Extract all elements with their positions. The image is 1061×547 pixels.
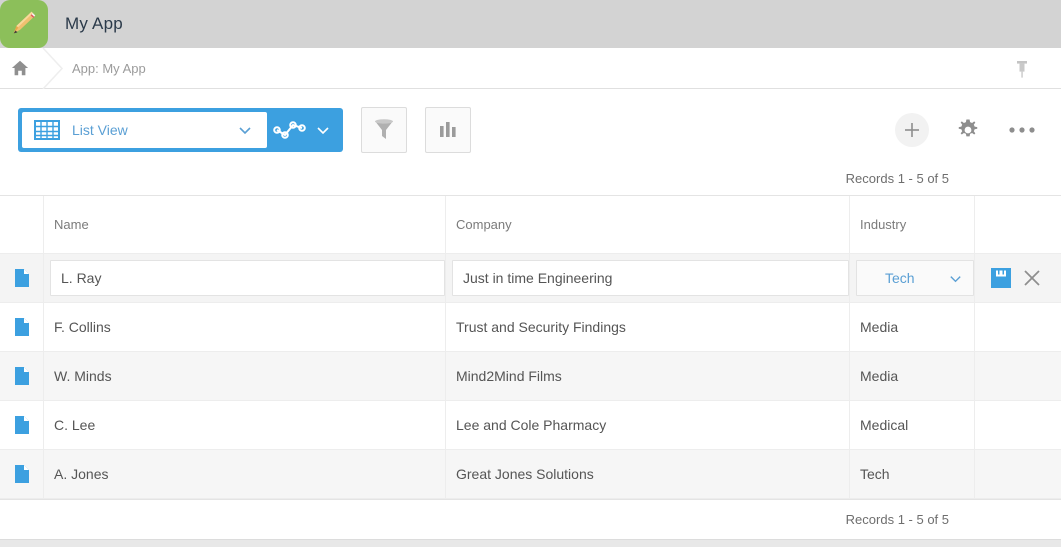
- table-row[interactable]: W. Minds Mind2Mind Films Media: [0, 352, 1061, 401]
- app-header: My App: [0, 0, 1061, 48]
- document-icon: [14, 269, 29, 287]
- header-label-industry: Industry: [860, 217, 907, 232]
- toolbar: List View: [0, 89, 1061, 171]
- breadcrumb-separator-icon: [42, 47, 64, 89]
- footer-strip: [0, 539, 1061, 547]
- header-label-company: Company: [456, 217, 512, 232]
- header-cell-name[interactable]: Name: [44, 196, 446, 253]
- table-row[interactable]: A. Jones Great Jones Solutions Tech: [0, 450, 1061, 499]
- view-select-label: List View: [72, 122, 128, 138]
- name-value: C. Lee: [54, 417, 96, 433]
- industry-value: Tech: [860, 466, 890, 482]
- cell-industry[interactable]: Media: [850, 352, 975, 400]
- plus-icon: [905, 123, 919, 137]
- gear-icon: [958, 119, 978, 137]
- cell-industry[interactable]: Tech: [850, 254, 975, 302]
- funnel-icon: [375, 119, 393, 139]
- cell-actions: [975, 254, 1061, 302]
- cell-industry[interactable]: Media: [850, 303, 975, 351]
- toolbar-actions: [895, 113, 1037, 147]
- cell-name[interactable]: A. Jones: [44, 450, 446, 498]
- home-icon[interactable]: [10, 58, 30, 78]
- chevron-down-icon: [239, 127, 251, 135]
- pencil-icon: [13, 11, 36, 34]
- industry-value: Media: [860, 368, 899, 384]
- company-value: Great Jones Solutions: [456, 466, 594, 482]
- breadcrumb-item-app[interactable]: App: My App: [72, 61, 146, 76]
- line-chart-icon: [273, 121, 306, 139]
- records-table: Name Company Industry Tech: [0, 195, 1061, 500]
- industry-select[interactable]: Tech: [856, 260, 974, 296]
- company-input[interactable]: [452, 260, 849, 296]
- cell-name[interactable]: [44, 254, 446, 302]
- company-value: Lee and Cole Pharmacy: [456, 417, 607, 433]
- view-select-dropdown[interactable]: List View: [22, 112, 267, 148]
- document-icon: [14, 416, 29, 434]
- chevron-down-icon: [950, 275, 961, 282]
- cell-company[interactable]: Mind2Mind Films: [446, 352, 850, 400]
- cell-company[interactable]: Trust and Security Findings: [446, 303, 850, 351]
- document-icon: [14, 318, 29, 336]
- header-cell-industry[interactable]: Industry: [850, 196, 975, 253]
- header-cell-icon: [0, 196, 44, 253]
- table-row[interactable]: Tech: [0, 254, 1061, 303]
- pin-icon[interactable]: [1013, 59, 1031, 79]
- name-value: W. Minds: [54, 368, 112, 384]
- row-icon-cell[interactable]: [0, 303, 44, 351]
- bar-chart-icon: [440, 122, 456, 137]
- settings-button[interactable]: [955, 117, 981, 143]
- cell-name[interactable]: W. Minds: [44, 352, 446, 400]
- cell-company[interactable]: [446, 254, 850, 302]
- cell-industry[interactable]: Medical: [850, 401, 975, 449]
- name-value: A. Jones: [54, 466, 109, 482]
- name-input[interactable]: [50, 260, 445, 296]
- cell-name[interactable]: C. Lee: [44, 401, 446, 449]
- header-cell-actions: [975, 196, 1061, 253]
- row-icon-cell[interactable]: [0, 401, 44, 449]
- app-title: My App: [65, 14, 123, 33]
- cell-actions: [975, 401, 1061, 449]
- cell-company[interactable]: Lee and Cole Pharmacy: [446, 401, 850, 449]
- document-icon: [14, 465, 29, 483]
- more-options-button[interactable]: [1007, 120, 1037, 140]
- close-x-icon[interactable]: [1023, 269, 1041, 287]
- app-logo[interactable]: [0, 0, 48, 48]
- company-value: Mind2Mind Films: [456, 368, 562, 384]
- cell-name[interactable]: F. Collins: [44, 303, 446, 351]
- cell-actions: [975, 450, 1061, 498]
- industry-select-value: Tech: [885, 270, 915, 286]
- ellipsis-icon: [1009, 127, 1035, 133]
- filter-button[interactable]: [361, 107, 407, 153]
- row-icon-cell[interactable]: [0, 254, 44, 302]
- grid-icon: [34, 120, 60, 140]
- cell-company[interactable]: Great Jones Solutions: [446, 450, 850, 498]
- chart-chevron-down-icon[interactable]: [315, 122, 331, 138]
- table-row[interactable]: C. Lee Lee and Cole Pharmacy Medical: [0, 401, 1061, 450]
- breadcrumb: App: My App: [0, 47, 1061, 89]
- header-cell-company[interactable]: Company: [446, 196, 850, 253]
- view-mode-group: List View: [18, 108, 343, 152]
- cell-actions: [975, 303, 1061, 351]
- chart-view-button[interactable]: [267, 112, 313, 148]
- name-value: F. Collins: [54, 319, 111, 335]
- industry-value: Medical: [860, 417, 909, 433]
- records-count-top: Records 1 - 5 of 5: [845, 171, 949, 186]
- cell-industry[interactable]: Tech: [850, 450, 975, 498]
- floppy-disk-save-icon[interactable]: [991, 268, 1011, 288]
- table-row[interactable]: F. Collins Trust and Security Findings M…: [0, 303, 1061, 352]
- row-icon-cell[interactable]: [0, 352, 44, 400]
- table-header-row: Name Company Industry: [0, 196, 1061, 254]
- row-icon-cell[interactable]: [0, 450, 44, 498]
- records-count-bottom: Records 1 - 5 of 5: [845, 512, 949, 527]
- document-icon: [14, 367, 29, 385]
- add-record-button[interactable]: [895, 113, 929, 147]
- header-label-name: Name: [54, 217, 89, 232]
- cell-actions: [975, 352, 1061, 400]
- company-value: Trust and Security Findings: [456, 319, 626, 335]
- report-button[interactable]: [425, 107, 471, 153]
- industry-value: Media: [860, 319, 899, 335]
